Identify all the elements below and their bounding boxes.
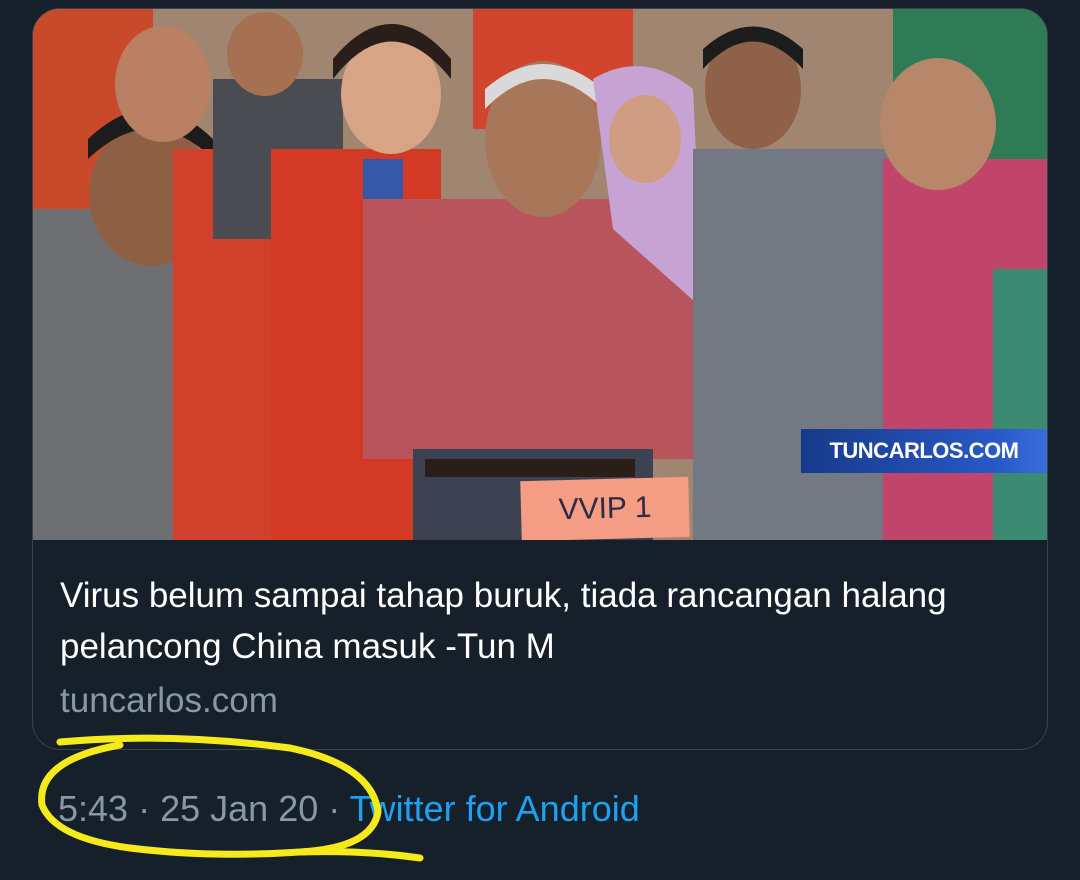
source-watermark: TUNCARLOS.COM — [801, 429, 1047, 473]
tweet-meta: 5:43 · 25 Jan 20 · Twitter for Android — [58, 788, 640, 830]
meta-separator: · — [138, 788, 151, 829]
tweet-source-link[interactable]: Twitter for Android — [350, 788, 640, 829]
card-headline[interactable]: Virus belum sampai tahap buruk, tiada ra… — [60, 570, 1019, 672]
link-preview-card[interactable]: TUNCARLOS.COM VVIP 1 Virus belum sampai … — [32, 8, 1048, 750]
card-body: Virus belum sampai tahap buruk, tiada ra… — [33, 540, 1047, 726]
article-thumbnail: TUNCARLOS.COM VVIP 1 — [33, 9, 1047, 540]
tweet-date[interactable]: 25 Jan 20 — [160, 788, 318, 829]
vvip-placard: VVIP 1 — [520, 476, 690, 540]
card-domain[interactable]: tuncarlos.com — [60, 676, 1019, 726]
meta-separator: · — [328, 788, 341, 829]
tweet-time[interactable]: 5:43 — [58, 788, 128, 829]
